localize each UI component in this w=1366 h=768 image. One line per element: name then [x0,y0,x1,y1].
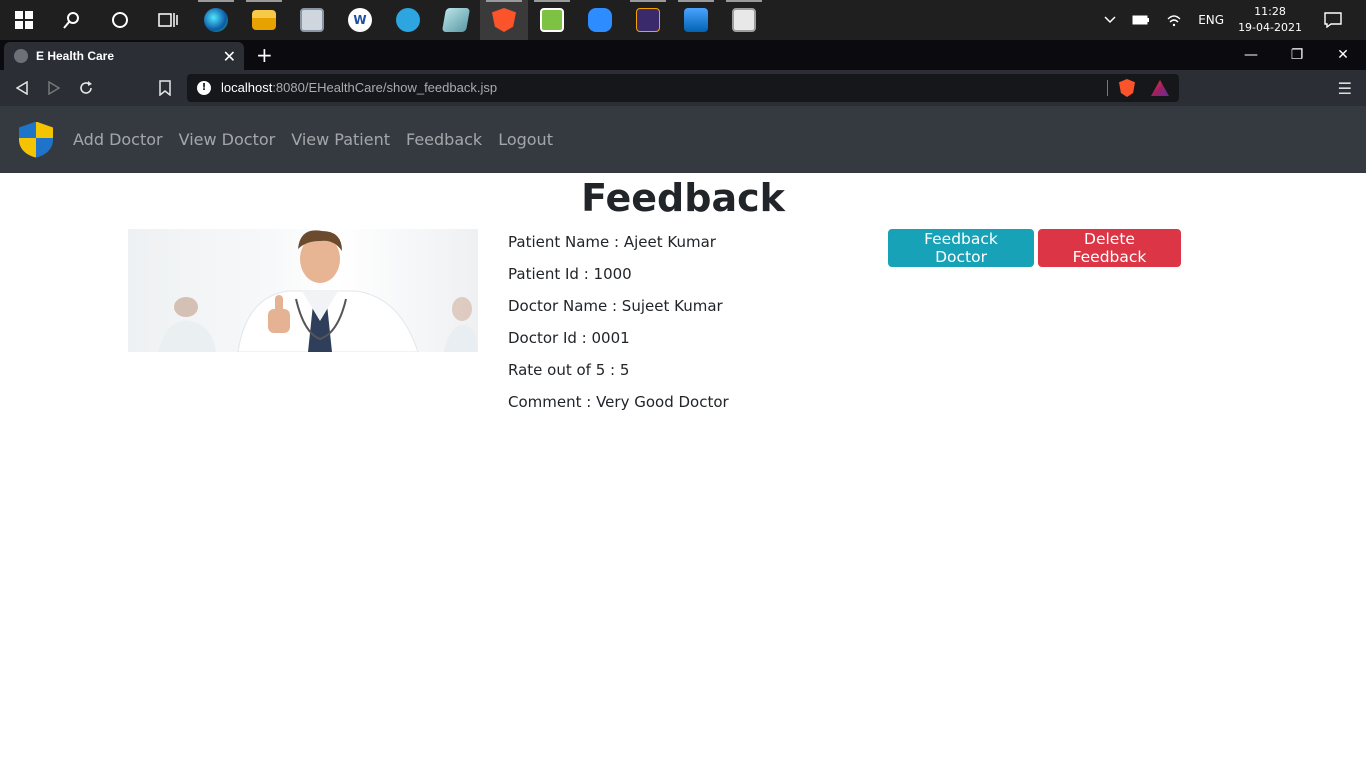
nav-view-patient[interactable]: View Patient [291,130,390,149]
patient-id: Patient Id : 1000 [508,265,632,283]
notification-icon[interactable] [1324,12,1342,28]
comment: Comment : Very Good Doctor [508,393,729,411]
close-window-button[interactable]: ✕ [1320,40,1366,70]
telegram-icon[interactable] [384,0,432,40]
back-icon[interactable] [12,78,32,98]
clock-time: 11:28 [1254,5,1286,18]
nav-logout[interactable]: Logout [498,130,553,149]
notes-app-icon[interactable] [432,0,480,40]
doctor-id: Doctor Id : 0001 [508,329,630,347]
news-app-icon[interactable] [720,0,768,40]
clock-date: 19-04-2021 [1238,21,1302,34]
document-app-icon[interactable]: W [336,0,384,40]
shield-logo-icon[interactable] [19,122,53,158]
delete-feedback-button[interactable]: Delete Feedback [1038,229,1181,267]
site-info-icon[interactable]: ! [197,81,211,95]
zoom-icon[interactable] [576,0,624,40]
nav-feedback[interactable]: Feedback [406,130,482,149]
url-text: localhost:8080/EHealthCare/show_feedback… [221,80,498,95]
brave-rewards-icon[interactable] [1151,80,1169,96]
tab-close-icon[interactable]: ✕ [223,47,236,67]
rating: Rate out of 5 : 5 [508,361,630,379]
browser-tabstrip: E Health Care ✕ [0,40,1366,70]
site-navbar: Add Doctor View Doctor View Patient Feed… [0,106,1366,173]
language-indicator[interactable]: ENG [1198,13,1224,27]
feedback-doctor-button[interactable]: Feedback Doctor [888,229,1034,267]
feedback-details: Patient Name : Ajeet Kumar Patient Id : … [508,232,729,424]
forward-icon[interactable] [44,78,64,98]
browser-toolbar: ! localhost:8080/EHealthCare/show_feedba… [0,70,1366,106]
battery-icon[interactable] [1132,14,1150,26]
address-bar[interactable]: ! localhost:8080/EHealthCare/show_feedba… [187,74,1179,102]
file-explorer-icon[interactable] [240,0,288,40]
brave-shields-icon[interactable] [1119,79,1135,97]
edge-icon[interactable] [192,0,240,40]
new-tab-button[interactable]: + [256,43,273,67]
wifi-icon[interactable] [1166,13,1182,27]
search-icon[interactable] [48,0,96,40]
notepad-plus-icon[interactable] [528,0,576,40]
globe-icon [14,49,28,63]
tab-title: E Health Care [36,49,115,63]
windows-taskbar: W ENG 11:28 19-04-2021 [0,0,1366,40]
browser-tab[interactable]: E Health Care ✕ [4,42,244,70]
restore-button[interactable]: ❐ [1274,40,1320,70]
address-bar-divider [1107,80,1108,96]
clock[interactable]: 11:28 19-04-2021 [1238,4,1302,36]
nav-view-doctor[interactable]: View Doctor [179,130,276,149]
game-app-icon[interactable] [624,0,672,40]
monitor-app-icon[interactable] [288,0,336,40]
brave-browser-icon[interactable] [480,0,528,40]
task-view-icon[interactable] [144,0,192,40]
doctor-name: Doctor Name : Sujeet Kumar [508,297,723,315]
doctor-photo [128,229,478,352]
photos-icon[interactable] [672,0,720,40]
cortana-icon[interactable] [96,0,144,40]
bookmark-icon[interactable] [155,78,175,98]
nav-add-doctor[interactable]: Add Doctor [73,130,163,149]
page-title: Feedback [581,176,785,220]
chevron-up-icon[interactable] [1104,16,1116,24]
hamburger-menu-icon[interactable]: ☰ [1338,79,1352,98]
minimize-button[interactable]: — [1228,40,1274,70]
patient-name: Patient Name : Ajeet Kumar [508,233,716,251]
system-tray: ENG 11:28 19-04-2021 [1096,0,1366,40]
windows-start-icon[interactable] [0,0,48,40]
reload-icon[interactable] [76,78,96,98]
